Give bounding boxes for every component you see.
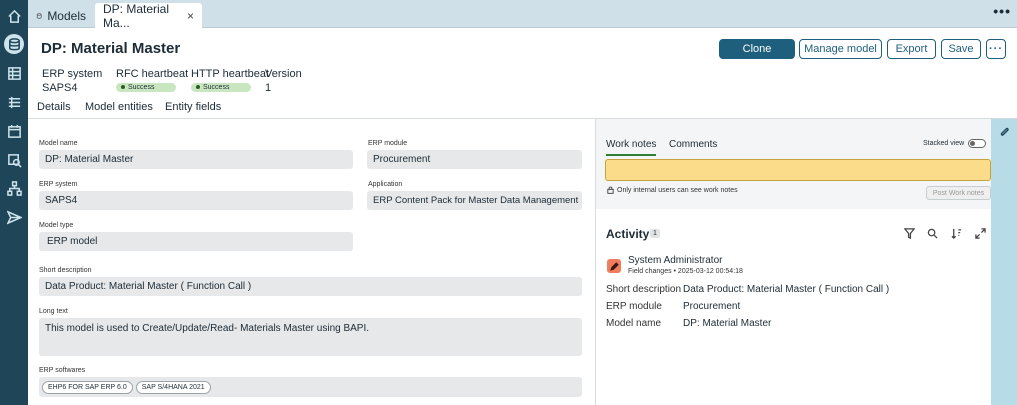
tab-label: DP: Material Ma...: [103, 1, 170, 30]
table-icon[interactable]: [4, 63, 24, 83]
save-button[interactable]: Save: [941, 39, 981, 59]
manage-model-button[interactable]: Manage model: [799, 39, 882, 59]
activity-meta: Field changes • 2025-03-12 00:54:18: [628, 268, 743, 275]
pencil-icon: [607, 259, 621, 273]
page-title: DP: Material Master: [41, 40, 181, 57]
field-label: Model name: [39, 140, 78, 147]
tab-bar: Models DP: Material Ma... × •••: [28, 0, 1017, 30]
paperclip-icon[interactable]: [999, 127, 1010, 138]
activity-title: Activity: [606, 227, 650, 241]
status-dot-icon: [196, 85, 200, 89]
tab-work-notes[interactable]: Work notes: [606, 139, 657, 156]
details-form: Model name DP: Material Master ERP modul…: [28, 119, 595, 405]
toggle-label: Stacked view: [923, 140, 965, 147]
activity-user: System Administrator: [628, 255, 723, 266]
software-chip[interactable]: EHP6 FOR SAP ERP 6.0: [42, 380, 133, 394]
sort-icon[interactable]: [951, 228, 963, 240]
model-type-field[interactable]: ERP model: [39, 232, 353, 251]
field-label: Short description: [39, 267, 92, 274]
notes-activity-panel: Work notes Comments Stacked view Only in…: [596, 119, 991, 405]
field-label: Model type: [39, 222, 74, 229]
work-notes-input[interactable]: [605, 159, 991, 181]
status-dot-icon: [121, 85, 125, 89]
change-value: DP: Material Master: [683, 318, 772, 329]
send-icon[interactable]: [4, 207, 24, 227]
model-name-field[interactable]: DP: Material Master: [39, 150, 353, 169]
field-label: Long text: [39, 308, 68, 315]
export-button[interactable]: Export: [887, 39, 936, 59]
internal-note: Only internal users can see work notes: [607, 186, 738, 194]
erp-module-field[interactable]: Procurement: [367, 150, 582, 169]
detail-tabs: Details Model entities Entity fields: [28, 98, 598, 120]
long-text-field[interactable]: This model is used to Create/Update/Read…: [39, 318, 582, 356]
clone-button[interactable]: Clone: [719, 39, 795, 59]
meta-label: RFC heartbeat: [116, 68, 189, 80]
close-icon[interactable]: ×: [187, 9, 194, 23]
post-work-notes-button[interactable]: Post Work notes: [926, 186, 991, 200]
change-value: Data Product: Material Master ( Function…: [683, 284, 890, 295]
status-badge: Success: [116, 82, 176, 92]
status-badge: Success: [191, 82, 251, 92]
home-icon[interactable]: [4, 6, 24, 26]
tab-comments[interactable]: Comments: [669, 139, 717, 154]
hierarchy-icon[interactable]: [4, 178, 24, 198]
erp-softwares-field[interactable]: EHP6 FOR SAP ERP 6.0 SAP S/4HANA 2021: [39, 377, 582, 397]
meta-label: HTTP heartbeat: [191, 68, 270, 80]
expand-icon[interactable]: [975, 228, 987, 240]
status-text: Success: [128, 83, 155, 91]
left-navigation-rail: [0, 0, 28, 405]
field-label: Application: [368, 181, 403, 188]
change-field: Short description: [606, 284, 682, 295]
meta-value: SAPS4: [42, 82, 78, 94]
toggle-switch[interactable]: [968, 139, 987, 148]
meta-label: ERP system: [42, 68, 103, 80]
software-chip[interactable]: SAP S/4HANA 2021: [135, 380, 211, 394]
more-tabs-icon[interactable]: •••: [993, 4, 1011, 18]
tab-models[interactable]: Models: [28, 3, 94, 28]
database-icon[interactable]: [4, 34, 24, 54]
erp-system-field[interactable]: SAPS4: [39, 191, 353, 210]
meta-erp-system: ERP system SAPS4: [42, 68, 102, 94]
field-label: ERP system: [39, 181, 78, 188]
meta-label: Version: [265, 68, 302, 80]
internal-note-text: Only internal users can see work notes: [617, 186, 738, 194]
application-field[interactable]: ERP Content Pack for Master Data Managem…: [367, 191, 582, 210]
database-icon: [36, 12, 42, 18]
lock-icon: [607, 186, 614, 194]
search-icon[interactable]: [927, 228, 939, 240]
tab-material-master[interactable]: DP: Material Ma... ×: [95, 1, 202, 30]
change-field: Model name: [606, 318, 662, 329]
meta-http-heartbeat: HTTP heartbeat Success: [191, 68, 269, 92]
tab-label: Models: [47, 8, 86, 23]
attachments-sidebar: [991, 119, 1017, 405]
change-field: ERP module: [606, 301, 662, 312]
field-label: ERP module: [368, 140, 408, 147]
stacked-view-toggle[interactable]: Stacked view: [923, 139, 987, 148]
more-actions-button[interactable]: ···: [986, 39, 1006, 59]
activity-count-badge: 1: [650, 229, 660, 238]
tab-model-entities[interactable]: Model entities: [85, 101, 153, 118]
tab-entity-fields[interactable]: Entity fields: [165, 101, 221, 118]
calendar-icon[interactable]: [4, 121, 24, 141]
meta-rfc-heartbeat: RFC heartbeat Success: [116, 68, 188, 92]
status-text: Success: [203, 83, 230, 91]
field-label: ERP softwares: [39, 367, 86, 374]
search-list-icon[interactable]: [4, 150, 24, 170]
meta-version: Version 1: [265, 68, 302, 94]
activity-section: Activity 1 System Administrator Field ch…: [596, 209, 991, 405]
short-description-field[interactable]: Data Product: Material Master ( Function…: [39, 277, 582, 296]
meta-value: 1: [265, 82, 272, 94]
change-value: Procurement: [683, 301, 741, 312]
filter-icon[interactable]: [903, 228, 916, 240]
layers-icon[interactable]: [4, 92, 24, 112]
